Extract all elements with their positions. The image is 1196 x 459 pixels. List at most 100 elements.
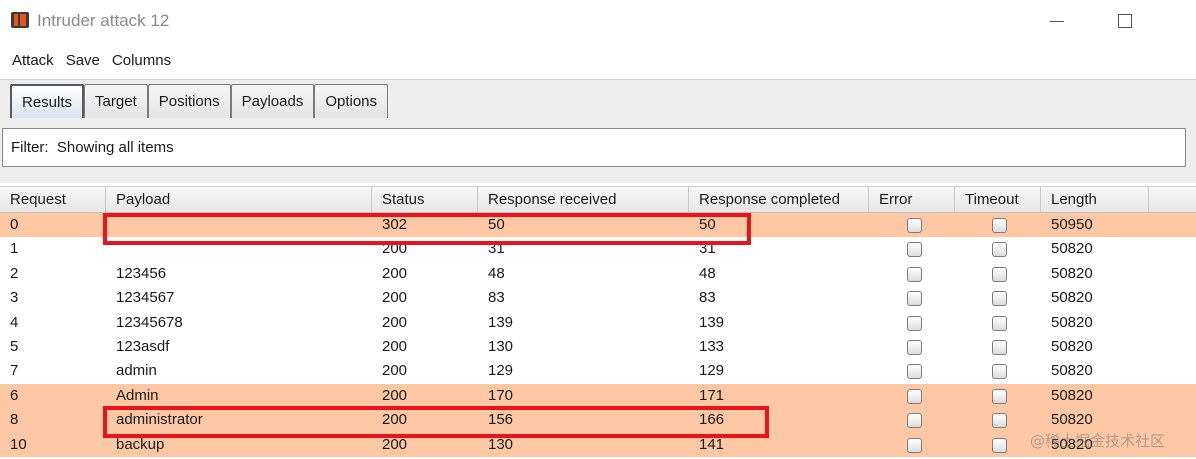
timeout-checkbox[interactable] [992, 388, 1007, 404]
payload-cell [106, 213, 372, 237]
menu-save[interactable]: Save [60, 48, 106, 74]
response-completed-cell: 48 [699, 264, 716, 282]
response-completed-cell: 50 [699, 216, 716, 233]
length-cell: 50820 [1051, 337, 1093, 355]
column-header-length[interactable]: Length [1041, 187, 1149, 213]
timeout-checkbox[interactable] [992, 315, 1007, 331]
filter-area: Filter: Showing all items [0, 119, 1196, 183]
burp-intruder-icon [11, 12, 29, 28]
timeout-checkbox[interactable] [992, 242, 1007, 258]
menu-columns[interactable]: Columns [106, 48, 177, 74]
column-header-response-completed[interactable]: Response completed [689, 187, 869, 213]
length-cell: 50820 [1051, 240, 1093, 258]
request-cell: 4 [10, 313, 19, 331]
status-cell: 200 [382, 411, 408, 429]
length-cell: 50820 [1051, 313, 1093, 331]
error-checkbox[interactable] [907, 266, 922, 282]
status-cell: 200 [382, 289, 408, 307]
length-cell: 50820 [1051, 386, 1093, 404]
response-completed-cell: 31 [699, 240, 716, 258]
menu-bar: Attack Save Columns [0, 48, 177, 74]
status-cell: 200 [382, 264, 408, 282]
menu-attack[interactable]: Attack [0, 48, 60, 74]
timeout-checkbox[interactable] [992, 266, 1007, 282]
response-received-cell: 83 [488, 289, 505, 307]
column-header-request[interactable]: Request [0, 187, 106, 213]
timeout-checkbox[interactable] [992, 364, 1007, 380]
error-checkbox[interactable] [907, 388, 922, 404]
response-completed-cell: 171 [699, 386, 725, 404]
title-bar: Intruder attack 12 [0, 0, 1196, 42]
minimize-button[interactable] [1044, 8, 1070, 34]
request-cell: 2 [10, 264, 19, 282]
timeout-checkbox[interactable] [992, 413, 1007, 429]
error-checkbox[interactable] [907, 437, 922, 453]
error-checkbox[interactable] [907, 315, 922, 331]
table-row[interactable]: 3 1234567 200 83 83 50820 [0, 286, 1196, 310]
maximize-icon [1118, 14, 1132, 28]
error-checkbox[interactable] [907, 291, 922, 307]
tab-options[interactable]: Options [314, 84, 389, 118]
response-received-cell: 129 [488, 362, 514, 380]
request-cell: 3 [10, 289, 19, 307]
payload-cell: backup [116, 435, 165, 453]
response-completed-cell: 139 [699, 313, 725, 331]
table-row[interactable]: 5 123asdf 200 130 133 50820 [0, 335, 1196, 359]
error-checkbox[interactable] [907, 339, 922, 355]
response-completed-cell: 141 [699, 435, 725, 453]
results-table: Request Payload Status Response received… [0, 186, 1196, 457]
timeout-checkbox[interactable] [992, 437, 1007, 453]
request-cell: 0 [10, 216, 19, 233]
minimize-icon [1050, 20, 1064, 22]
payload-cell: admin [116, 362, 157, 380]
column-header-response-received[interactable]: Response received [478, 187, 689, 213]
payload-cell: 12345678 [116, 313, 183, 331]
response-completed-cell: 129 [699, 362, 725, 380]
tab-strip: Results Target Positions Payloads Option… [0, 79, 1196, 119]
table-row[interactable]: 7 admin 200 129 129 50820 [0, 359, 1196, 383]
response-received-cell: 170 [488, 386, 514, 404]
filter-bar[interactable]: Filter: Showing all items [2, 128, 1186, 167]
error-checkbox[interactable] [907, 413, 922, 429]
error-checkbox[interactable] [907, 242, 922, 258]
maximize-button[interactable] [1112, 8, 1138, 34]
timeout-checkbox[interactable] [992, 218, 1007, 233]
request-cell: 8 [10, 411, 19, 429]
response-received-cell: 31 [488, 240, 505, 258]
window-title: Intruder attack 12 [37, 11, 170, 30]
status-cell: 200 [382, 313, 408, 331]
payload-cell: 1234567 [116, 289, 175, 307]
column-header-error[interactable]: Error [869, 187, 955, 213]
response-received-cell: 48 [488, 264, 505, 282]
length-cell: 50950 [1051, 216, 1093, 233]
tab-positions[interactable]: Positions [147, 84, 231, 118]
tab-results[interactable]: Results [10, 84, 85, 118]
table-row[interactable]: 4 12345678 200 139 139 50820 [0, 311, 1196, 335]
length-cell: 50820 [1051, 264, 1093, 282]
timeout-checkbox[interactable] [992, 291, 1007, 307]
column-header-timeout[interactable]: Timeout [955, 187, 1041, 213]
timeout-checkbox[interactable] [992, 339, 1007, 355]
watermark: @稀土掘金技术社区 [1030, 432, 1166, 450]
table-row[interactable]: 10 backup 200 130 141 50820 [0, 432, 1196, 457]
table-row[interactable]: 2 123456 200 48 48 50820 [0, 262, 1196, 286]
tab-payloads[interactable]: Payloads [230, 84, 315, 118]
filter-value: Showing all items [56, 139, 174, 156]
error-checkbox[interactable] [907, 364, 922, 380]
response-received-cell: 139 [488, 313, 514, 331]
table-row[interactable]: 8 administrator 200 156 166 50820 [0, 408, 1196, 433]
status-cell: 200 [382, 435, 408, 453]
column-header-payload[interactable]: Payload [106, 187, 372, 213]
column-header-status[interactable]: Status [372, 187, 478, 213]
table-header: Request Payload Status Response received… [0, 186, 1196, 213]
error-checkbox[interactable] [907, 218, 922, 233]
response-received-cell: 130 [488, 337, 514, 355]
request-cell: 10 [10, 435, 27, 453]
filter-label: Filter: [11, 139, 49, 156]
status-cell: 200 [382, 240, 408, 258]
table-row[interactable]: 1 200 31 31 50820 [0, 237, 1196, 261]
tab-target[interactable]: Target [84, 84, 148, 118]
table-row[interactable]: 0 302 50 50 50950 [0, 213, 1196, 238]
table-row[interactable]: 6 Admin 200 170 171 50820 [0, 383, 1196, 409]
payload-cell: 123456 [116, 264, 167, 282]
